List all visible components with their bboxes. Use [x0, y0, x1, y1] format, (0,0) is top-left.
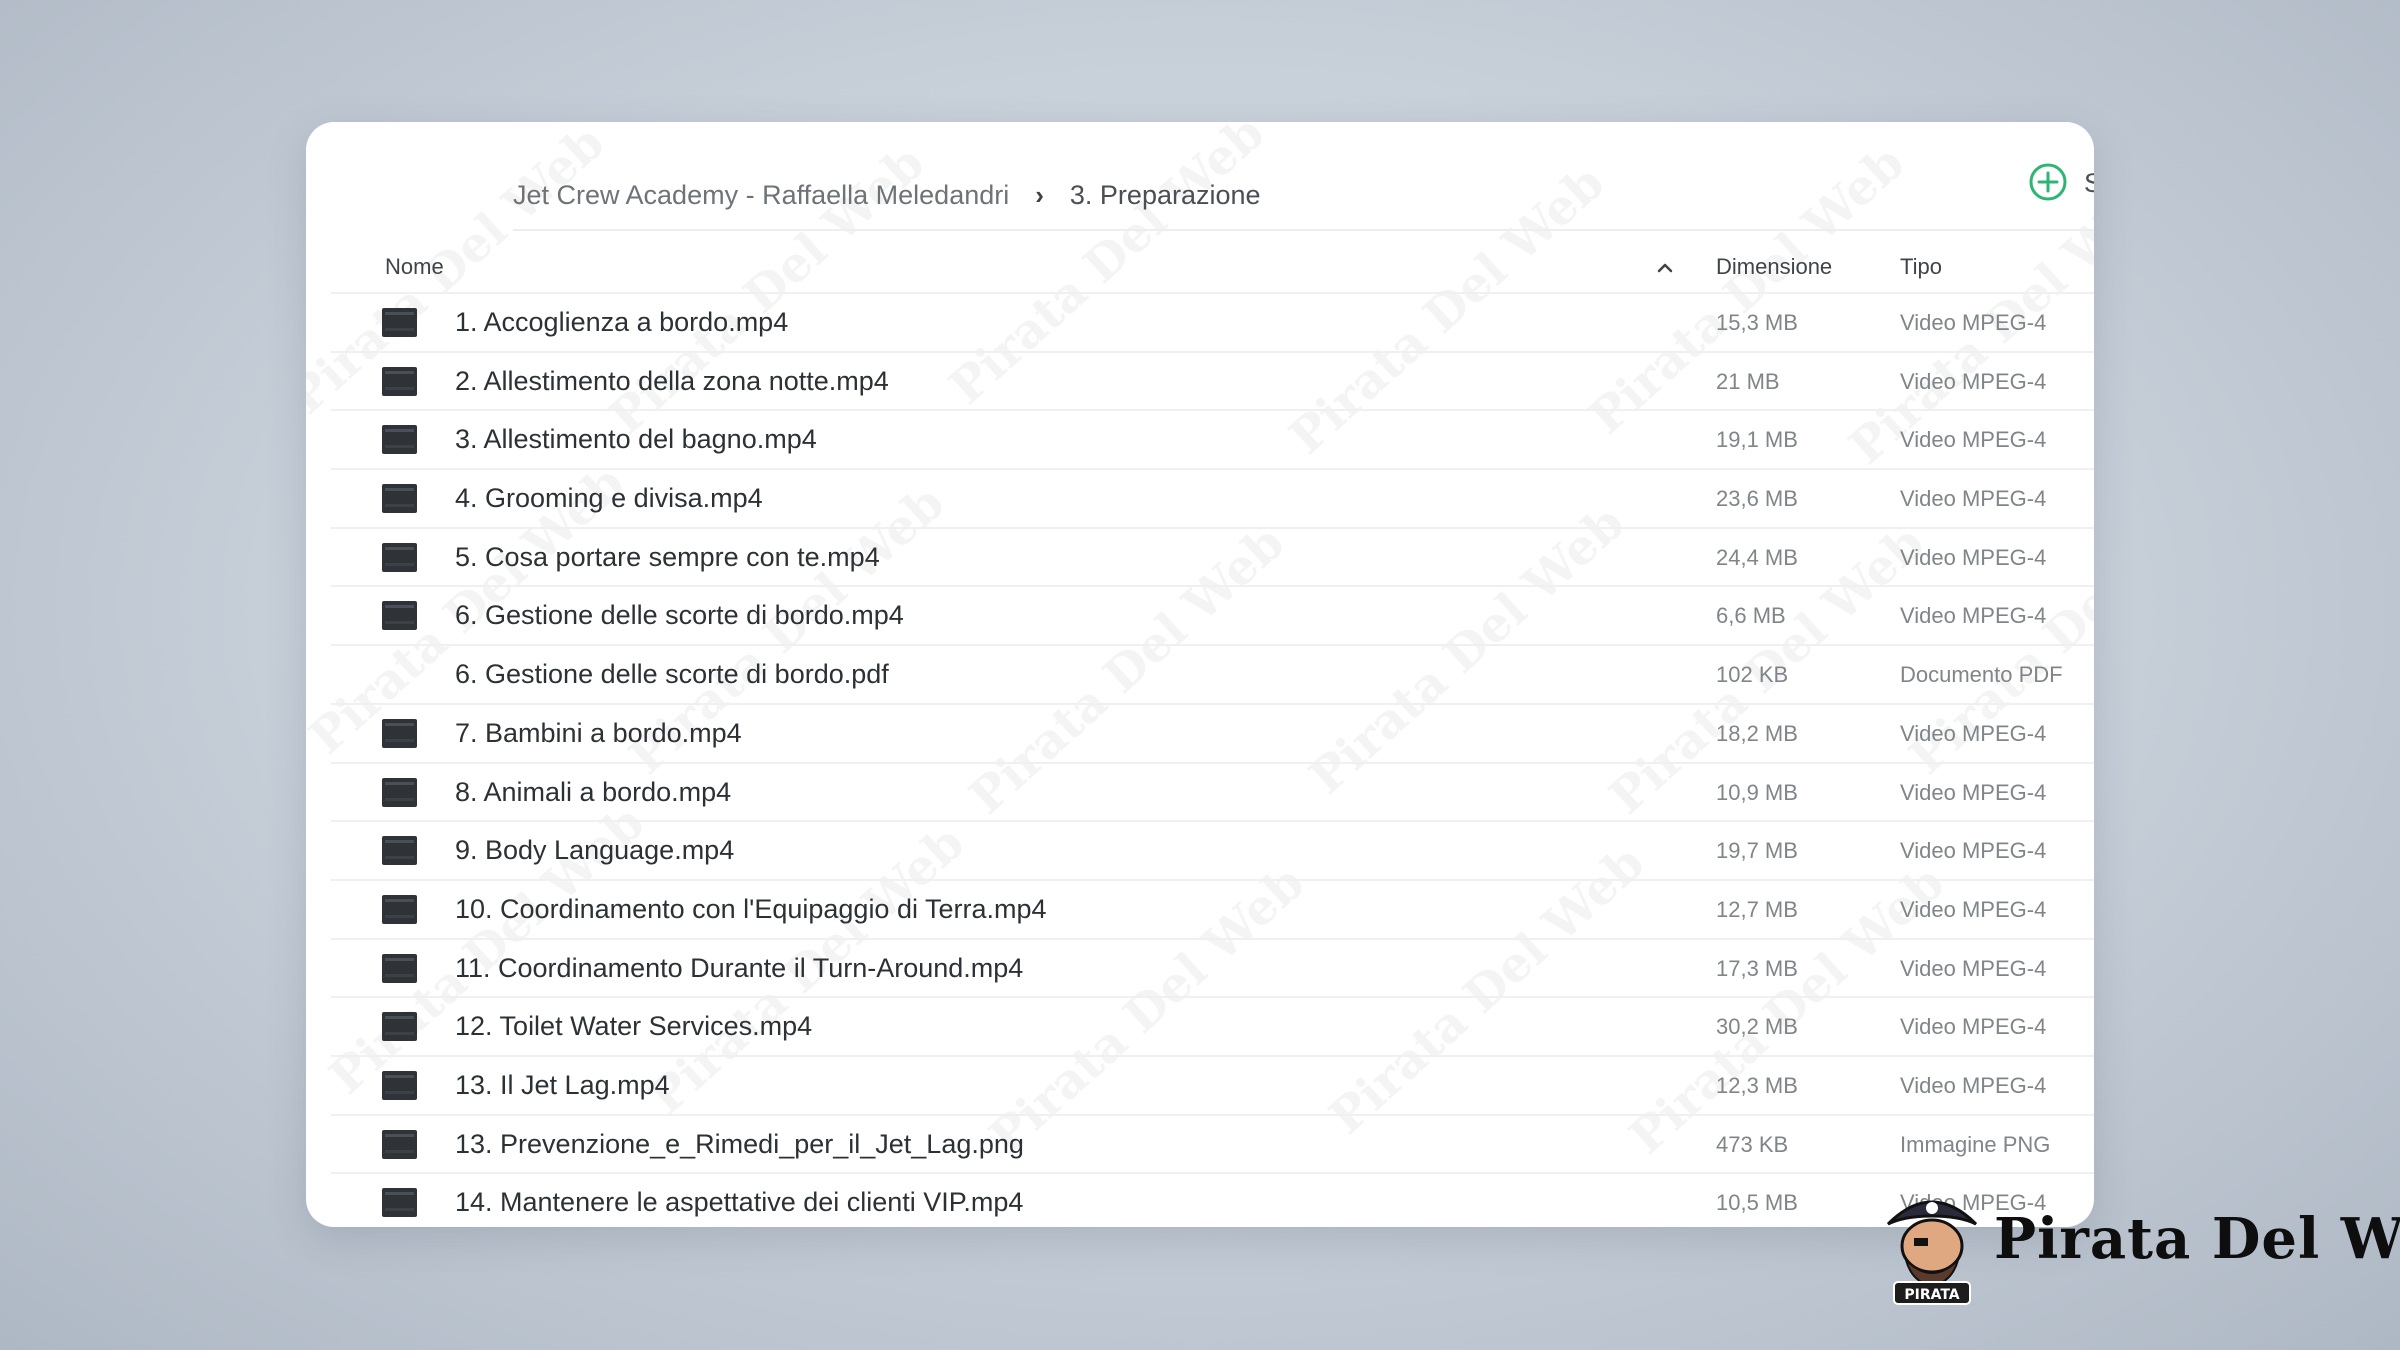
file-type: Video MPEG-4	[1900, 368, 2047, 394]
file-thumbnail-icon	[382, 1188, 417, 1218]
file-size: 10,5 MB	[1716, 1190, 1798, 1216]
file-name[interactable]: 13. Il Jet Lag.mp4	[455, 1070, 670, 1101]
file-row[interactable]: 1. Accoglienza a bordo.mp4 15,3 MB Video M…	[331, 292, 2094, 351]
file-row[interactable]: 13. Il Jet Lag.mp4 12,3 MB Video MPEG-4	[331, 1054, 2094, 1114]
file-type: Video MPEG-4	[1900, 544, 2047, 570]
add-button-label[interactable]: S	[2084, 168, 2094, 199]
pirata-del-web-logo: PIRATA Pirata Del Web	[1880, 1186, 2400, 1306]
file-name[interactable]: 12. Toilet Water Services.mp4	[455, 1011, 812, 1042]
file-row[interactable]: 3. Allestimento del bagno.mp4 19,1 MB Vide…	[331, 409, 2094, 468]
header-divider	[513, 229, 2094, 231]
file-row[interactable]: 4. Grooming e divisa.mp4 23,6 MB Video MPE…	[331, 468, 2094, 527]
file-thumbnail-icon	[382, 484, 417, 514]
file-size: 17,3 MB	[1716, 955, 1798, 981]
file-name[interactable]: 10. Coordinamento con l'Equipaggio di Te…	[455, 894, 1047, 925]
file-thumbnail-icon	[382, 953, 417, 983]
file-type: Video MPEG-4	[1900, 310, 2047, 335]
file-type: Video MPEG-4	[1900, 1072, 2047, 1098]
file-row[interactable]: 14. Mantenere le aspettative dei clienti…	[331, 1172, 2094, 1227]
breadcrumb-parent[interactable]: Jet Crew Academy - Raffaella Meledandri	[513, 180, 1009, 211]
file-name[interactable]: 1. Accoglienza a bordo.mp4	[455, 307, 788, 338]
file-type: Video MPEG-4	[1900, 486, 2047, 512]
file-size: 473 KB	[1716, 1131, 1789, 1157]
file-name[interactable]: 9. Body Language.mp4	[455, 835, 734, 866]
file-row[interactable]: 2. Allestimento della zona notte.mp4 21 M…	[331, 350, 2094, 410]
file-name[interactable]: 6. Gestione delle scorte di bordo.mp4	[455, 600, 904, 631]
add-button[interactable]	[2028, 162, 2068, 202]
file-type: Video MPEG-4	[1900, 720, 2047, 746]
file-thumbnail-icon	[382, 308, 417, 337]
file-row[interactable]: 10. Coordinamento con l'Equipaggio di Te…	[331, 878, 2094, 938]
file-name[interactable]: 8. Animali a bordo.mp4	[455, 777, 731, 808]
breadcrumb-separator-icon: ›	[1035, 179, 1044, 210]
file-type: Video MPEG-4	[1900, 955, 2047, 981]
file-name[interactable]: 5. Cosa portare sempre con te.mp4	[455, 542, 880, 573]
pirate-badge-icon: PIRATA	[1886, 1200, 1978, 1305]
file-size: 19,1 MB	[1716, 427, 1798, 453]
plus-circle-icon	[2029, 163, 2067, 201]
file-type: Video MPEG-4	[1900, 896, 2047, 922]
file-thumbnail-icon	[382, 777, 417, 807]
file-type: Video MPEG-4	[1900, 779, 2047, 805]
file-row[interactable]: 9. Body Language.mp4 19,7 MB Video MPEG-4	[331, 820, 2094, 879]
file-type: Documento PDF	[1900, 662, 2063, 688]
file-row[interactable]: 13. Prevenzione_e_Rimedi_per_il_Jet_Lag.…	[331, 1113, 2094, 1173]
file-row[interactable]: 8. Animali a bordo.mp4 10,9 MB Video MPEG-…	[331, 761, 2094, 821]
file-size: 21 MB	[1716, 368, 1780, 394]
chevron-up-icon[interactable]	[1650, 252, 1680, 282]
file-name[interactable]: 2. Allestimento della zona notte.mp4	[455, 366, 889, 397]
file-size: 19,7 MB	[1716, 838, 1798, 864]
badge-text: PIRATA	[1904, 1287, 1959, 1303]
column-header-type[interactable]: Tipo	[1900, 254, 1942, 280]
logo-text: Pirata Del Web	[1994, 1206, 2400, 1272]
file-thumbnail-icon	[382, 894, 417, 924]
file-row[interactable]: 11. Coordinamento Durante il Turn-Around…	[331, 937, 2094, 997]
file-size: 12,7 MB	[1716, 896, 1798, 922]
file-size: 10,9 MB	[1716, 779, 1798, 805]
column-headers: Nome Dimensione Tipo	[306, 246, 2094, 290]
file-type: Video MPEG-4	[1900, 1014, 2047, 1040]
file-thumbnail-icon	[382, 1129, 417, 1159]
file-type: Video MPEG-4	[1900, 427, 2047, 453]
file-row[interactable]: 6. Gestione delle scorte di bordo.mp4 6,6…	[331, 585, 2094, 644]
file-row[interactable]: 12. Toilet Water Services.mp4 30,2 MB Vide…	[331, 996, 2094, 1055]
file-name[interactable]: 4. Grooming e divisa.mp4	[455, 483, 763, 514]
file-size: 12,3 MB	[1716, 1072, 1798, 1098]
file-thumbnail-icon	[382, 836, 417, 866]
file-name[interactable]: 14. Mantenere le aspettative dei clienti…	[455, 1187, 1023, 1218]
file-browser-window: Pirata Del Web Pirata Del Web Pirata Del W…	[306, 122, 2094, 1227]
file-row[interactable]: 6. Gestione delle scorte di bordo.pdf 102…	[331, 644, 2094, 703]
file-name[interactable]: 13. Prevenzione_e_Rimedi_per_il_Jet_Lag.…	[455, 1129, 1024, 1160]
file-thumbnail-icon	[382, 366, 417, 396]
column-header-name[interactable]: Nome	[385, 254, 444, 280]
file-thumbnail-icon	[382, 718, 417, 748]
breadcrumb-current[interactable]: 3. Preparazione	[1070, 180, 1261, 211]
file-type: Video MPEG-4	[1900, 838, 2047, 864]
file-thumbnail-icon	[382, 601, 417, 631]
file-size: 6,6 MB	[1716, 603, 1786, 629]
file-row[interactable]: 5. Cosa portare sempre con te.mp4 24,4 MB…	[331, 526, 2094, 586]
breadcrumb: Jet Crew Academy - Raffaella Meledandri …	[513, 170, 1261, 220]
file-row[interactable]: 7. Bambini a bordo.mp4 18,2 MB Video MPEG-…	[331, 702, 2094, 762]
file-name[interactable]: 6. Gestione delle scorte di bordo.pdf	[455, 659, 889, 690]
column-header-size[interactable]: Dimensione	[1716, 254, 1832, 280]
file-size: 18,2 MB	[1716, 720, 1798, 746]
file-size: 24,4 MB	[1716, 544, 1798, 570]
file-type: Immagine PNG	[1900, 1131, 2051, 1157]
file-type: Video MPEG-4	[1900, 603, 2047, 629]
file-size: 30,2 MB	[1716, 1014, 1798, 1040]
file-thumbnail-icon	[382, 425, 417, 455]
file-thumbnail-icon	[382, 1070, 417, 1100]
file-size: 15,3 MB	[1716, 310, 1798, 335]
file-list: 1. Accoglienza a bordo.mp4 15,3 MB Video M…	[331, 292, 2094, 1227]
file-size: 102 KB	[1716, 662, 1789, 688]
file-size: 23,6 MB	[1716, 486, 1798, 512]
file-name[interactable]: 7. Bambini a bordo.mp4	[455, 718, 742, 749]
file-thumbnail-icon	[382, 542, 417, 572]
file-thumbnail-icon	[382, 1012, 417, 1042]
file-name[interactable]: 3. Allestimento del bagno.mp4	[455, 424, 817, 455]
file-name[interactable]: 11. Coordinamento Durante il Turn-Around…	[455, 953, 1023, 984]
